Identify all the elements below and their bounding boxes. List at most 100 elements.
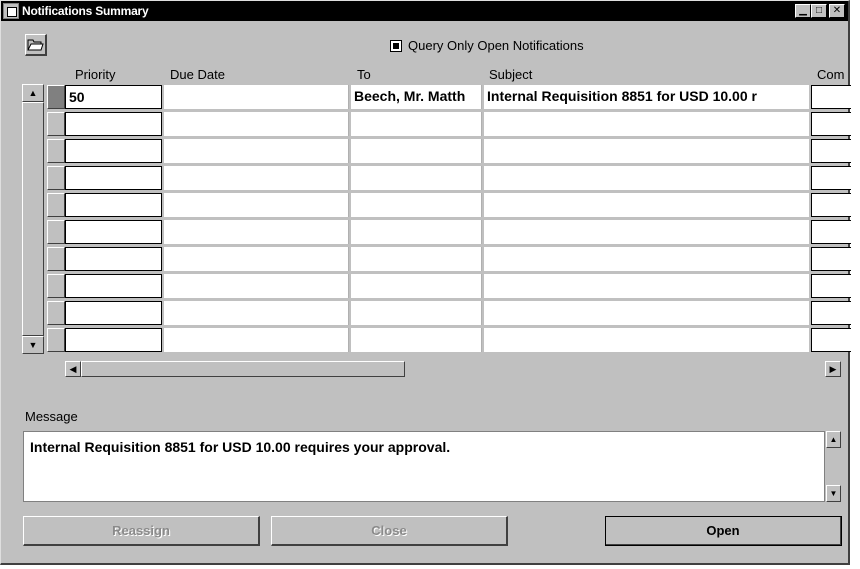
record-indicator[interactable] (47, 274, 65, 298)
subject-cell[interactable] (484, 301, 809, 325)
table-vertical-scrollbar[interactable]: ▲ ▼ (22, 84, 44, 354)
to-cell[interactable] (351, 139, 482, 163)
comments-cell[interactable] (811, 139, 851, 163)
due-date-cell[interactable] (164, 301, 349, 325)
scroll-thumb[interactable] (22, 102, 44, 336)
record-indicator[interactable] (47, 193, 65, 217)
due-date-cell[interactable] (164, 193, 349, 217)
priority-cell[interactable] (65, 166, 162, 190)
record-indicator[interactable] (47, 328, 65, 352)
scroll-up-button[interactable]: ▲ (22, 84, 44, 102)
scroll-track[interactable] (22, 102, 44, 336)
due-date-cell[interactable] (164, 220, 349, 244)
minimize-button[interactable]: ▁ (795, 4, 811, 18)
scroll-left-button[interactable]: ◀ (65, 361, 81, 377)
scroll-right-button[interactable]: ▶ (825, 361, 841, 377)
comments-cell[interactable] (811, 85, 851, 109)
table-row[interactable] (65, 247, 851, 271)
notifications-summary-window: Notifications Summary ▁ □ ✕ Query Only O… (0, 0, 851, 565)
notifications-table: 50 Beech, Mr. Matth Internal Requisition 8… (65, 85, 851, 353)
due-date-cell[interactable] (164, 166, 349, 190)
to-cell[interactable] (351, 193, 482, 217)
message-scrollbar[interactable]: ▲ ▼ (826, 431, 841, 502)
table-row[interactable] (65, 193, 851, 217)
table-row[interactable]: 50 Beech, Mr. Matth Internal Requisition 8… (65, 85, 851, 109)
table-horizontal-scrollbar[interactable]: ◀ ▶ (65, 361, 841, 380)
comments-cell[interactable] (811, 301, 851, 325)
to-cell[interactable] (351, 247, 482, 271)
priority-cell[interactable] (65, 247, 162, 271)
table-row[interactable] (65, 139, 851, 163)
to-cell[interactable]: Beech, Mr. Matth (351, 85, 482, 109)
record-indicator[interactable] (47, 112, 65, 136)
table-row[interactable] (65, 112, 851, 136)
comments-cell[interactable] (811, 166, 851, 190)
due-date-cell[interactable] (164, 139, 349, 163)
subject-cell[interactable] (484, 247, 809, 271)
app-window-icon[interactable] (3, 3, 19, 19)
subject-cell[interactable] (484, 166, 809, 190)
horizontal-scroll-thumb[interactable] (81, 361, 405, 377)
due-date-cell[interactable] (164, 328, 349, 352)
maximize-button[interactable]: □ (811, 4, 827, 18)
comments-cell[interactable] (811, 220, 851, 244)
record-indicator[interactable] (47, 139, 65, 163)
record-indicator[interactable] (47, 247, 65, 271)
comments-cell[interactable] (811, 247, 851, 271)
subject-cell[interactable] (484, 220, 809, 244)
to-cell[interactable] (351, 112, 482, 136)
table-row[interactable] (65, 220, 851, 244)
window-controls: ▁ □ ✕ (795, 4, 845, 18)
to-cell[interactable] (351, 166, 482, 190)
title-bar[interactable]: Notifications Summary ▁ □ ✕ (1, 1, 848, 21)
priority-cell[interactable] (65, 274, 162, 298)
close-window-button[interactable]: ✕ (829, 4, 845, 18)
to-cell[interactable] (351, 328, 482, 352)
subject-cell[interactable]: Internal Requisition 8851 for USD 10.00 … (484, 85, 809, 109)
comments-cell[interactable] (811, 328, 851, 352)
table-row[interactable] (65, 328, 851, 352)
record-indicator[interactable] (47, 220, 65, 244)
priority-cell[interactable] (65, 220, 162, 244)
query-only-open-toggle[interactable]: Query Only Open Notifications (390, 38, 584, 53)
priority-cell[interactable] (65, 328, 162, 352)
due-date-cell[interactable] (164, 274, 349, 298)
scroll-down-button[interactable]: ▼ (22, 336, 44, 354)
subject-cell[interactable] (484, 274, 809, 298)
record-indicator[interactable] (47, 301, 65, 325)
priority-cell[interactable] (65, 301, 162, 325)
message-text[interactable]: Internal Requisition 8851 for USD 10.00 … (23, 431, 825, 502)
message-label: Message (25, 409, 78, 424)
close-button[interactable]: Close (271, 516, 508, 546)
due-date-cell[interactable] (164, 112, 349, 136)
subject-cell[interactable] (484, 139, 809, 163)
table-row[interactable] (65, 274, 851, 298)
message-scroll-up-button[interactable]: ▲ (826, 431, 841, 448)
table-row[interactable] (65, 166, 851, 190)
due-date-cell[interactable] (164, 85, 349, 109)
column-header-subject: Subject (489, 67, 533, 82)
priority-cell[interactable] (65, 193, 162, 217)
subject-cell[interactable] (484, 193, 809, 217)
record-indicator[interactable] (47, 166, 65, 190)
record-indicator[interactable] (47, 85, 65, 109)
priority-cell[interactable] (65, 139, 162, 163)
comments-cell[interactable] (811, 274, 851, 298)
table-row[interactable] (65, 301, 851, 325)
comments-cell[interactable] (811, 112, 851, 136)
to-cell[interactable] (351, 301, 482, 325)
open-button[interactable]: Open (605, 516, 842, 546)
reassign-button[interactable]: Reassign (23, 516, 260, 546)
subject-cell[interactable] (484, 112, 809, 136)
message-scroll-down-button[interactable]: ▼ (826, 485, 841, 502)
query-only-open-label: Query Only Open Notifications (408, 38, 584, 53)
to-cell[interactable] (351, 274, 482, 298)
folder-open-icon[interactable] (25, 34, 47, 56)
subject-cell[interactable] (484, 328, 809, 352)
priority-cell[interactable] (65, 112, 162, 136)
to-cell[interactable] (351, 220, 482, 244)
query-only-open-checkbox[interactable] (390, 39, 402, 52)
comments-cell[interactable] (811, 193, 851, 217)
priority-cell[interactable]: 50 (65, 85, 162, 109)
due-date-cell[interactable] (164, 247, 349, 271)
